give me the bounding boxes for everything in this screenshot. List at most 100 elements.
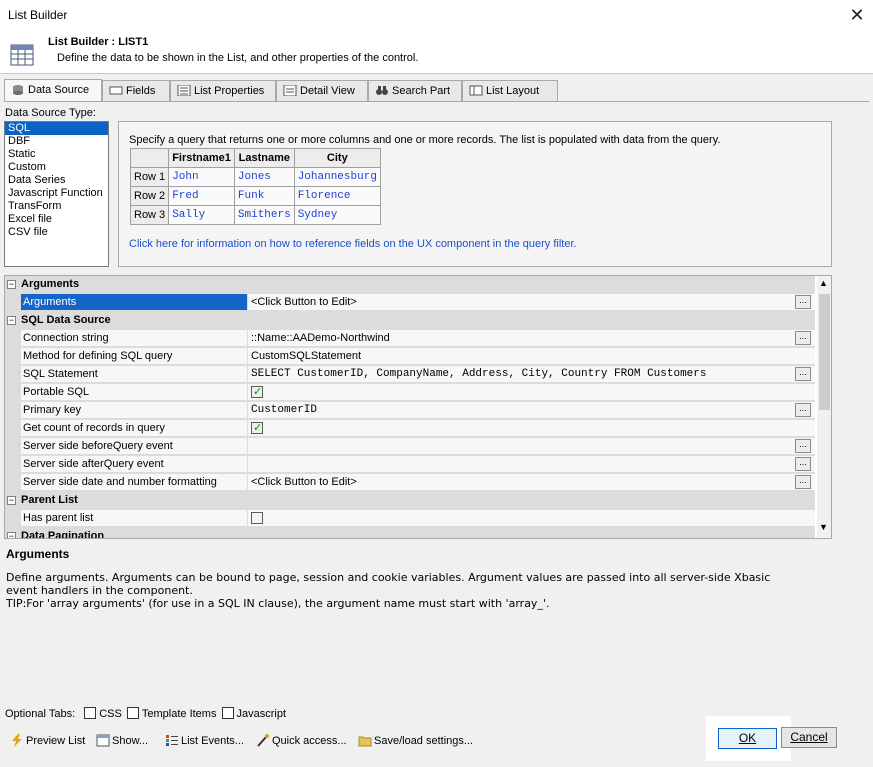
property-row-date-format[interactable]: Server side date and number formatting <… bbox=[5, 474, 815, 492]
property-name[interactable]: SQL Statement bbox=[21, 366, 247, 383]
help-text: Define arguments. Arguments can be bound… bbox=[6, 571, 826, 610]
property-row-arguments[interactable]: Arguments <Click Button to Edit> ... bbox=[5, 294, 815, 312]
list-item[interactable]: Static bbox=[5, 148, 108, 161]
show-button[interactable]: Show... bbox=[96, 734, 148, 747]
edit-button[interactable]: ... bbox=[795, 439, 811, 453]
edit-button[interactable]: ... bbox=[795, 367, 811, 381]
property-name[interactable]: Portable SQL bbox=[21, 384, 247, 401]
action-label: Save/load settings... bbox=[374, 735, 474, 747]
tab-fields[interactable]: Fields bbox=[102, 80, 170, 102]
collapse-icon[interactable]: − bbox=[7, 280, 16, 289]
property-value bbox=[247, 420, 815, 437]
property-grid-scrollbar[interactable]: ▲ ▼ bbox=[817, 276, 831, 538]
property-value[interactable]: SELECT CustomerID, CompanyName, Address,… bbox=[247, 366, 815, 383]
list-events-button[interactable]: List Events... bbox=[165, 734, 244, 747]
action-label: Preview List bbox=[26, 735, 86, 747]
css-checkbox[interactable] bbox=[84, 707, 97, 719]
edit-button[interactable]: ... bbox=[795, 331, 811, 345]
preview-list-button[interactable]: Preview List bbox=[10, 734, 85, 747]
cancel-button[interactable]: Cancel bbox=[781, 727, 837, 748]
table-cell: Funk bbox=[233, 186, 295, 206]
category-sql-data-source[interactable]: − SQL Data Source bbox=[5, 312, 815, 330]
property-value bbox=[247, 510, 815, 527]
property-value[interactable]: ::Name::AADemo-Northwind bbox=[247, 330, 815, 347]
portable-sql-checkbox[interactable] bbox=[251, 385, 263, 398]
quick-access-button[interactable]: Quick access... bbox=[256, 734, 347, 747]
property-row-after-query[interactable]: Server side afterQuery event ... bbox=[5, 456, 815, 474]
property-row-connection-string[interactable]: Connection string ::Name::AADemo-Northwi… bbox=[5, 330, 815, 348]
property-row-primary-key[interactable]: Primary key CustomerID ... bbox=[5, 402, 815, 420]
query-filter-help-link[interactable]: Click here for information on how to ref… bbox=[129, 238, 577, 250]
scroll-thumb[interactable] bbox=[819, 294, 830, 410]
detail-view-icon bbox=[283, 84, 297, 97]
property-value[interactable] bbox=[247, 438, 815, 455]
ok-button[interactable]: OK bbox=[718, 728, 777, 749]
property-name[interactable]: Method for defining SQL query bbox=[21, 348, 247, 365]
table-cell: Sydney bbox=[293, 205, 381, 225]
tab-data-source[interactable]: Data Source bbox=[4, 79, 102, 102]
property-name[interactable]: Arguments bbox=[21, 294, 247, 311]
property-value[interactable] bbox=[247, 456, 815, 473]
property-row-has-parent[interactable]: Has parent list bbox=[5, 510, 815, 528]
edit-button[interactable]: ... bbox=[795, 475, 811, 489]
list-item[interactable]: TransForm bbox=[5, 200, 108, 213]
list-item[interactable]: Data Series bbox=[5, 174, 108, 187]
category-parent-list[interactable]: − Parent List bbox=[5, 492, 815, 510]
tab-list-properties[interactable]: List Properties bbox=[170, 80, 276, 102]
property-name[interactable]: Server side afterQuery event bbox=[21, 456, 247, 473]
close-icon[interactable]: ✕ bbox=[846, 4, 868, 26]
property-row-sql-statement[interactable]: SQL Statement SELECT CustomerID, Company… bbox=[5, 366, 815, 384]
edit-button[interactable]: ... bbox=[795, 403, 811, 417]
property-row-before-query[interactable]: Server side beforeQuery event ... bbox=[5, 438, 815, 456]
property-name[interactable]: Connection string bbox=[21, 330, 247, 347]
collapse-icon[interactable]: − bbox=[7, 532, 16, 538]
property-row-portable-sql[interactable]: Portable SQL bbox=[5, 384, 815, 402]
property-name[interactable]: Primary key bbox=[21, 402, 247, 419]
scroll-up-icon[interactable]: ▲ bbox=[819, 278, 828, 288]
table-header: Firstname1 bbox=[168, 148, 235, 168]
property-name[interactable]: Server side date and number formatting bbox=[21, 474, 247, 491]
table-cell: Jones bbox=[233, 167, 295, 187]
category-data-pagination[interactable]: − Data Pagination bbox=[5, 528, 815, 538]
scroll-down-icon[interactable]: ▼ bbox=[819, 522, 828, 532]
collapse-icon[interactable]: − bbox=[7, 496, 16, 505]
property-value[interactable]: CustomerID bbox=[247, 402, 815, 419]
help-line: Define arguments. Arguments can be bound… bbox=[6, 571, 771, 584]
template-items-checkbox[interactable] bbox=[126, 707, 139, 719]
data-source-type-list[interactable]: SQL DBF Static Custom Data Series Javasc… bbox=[4, 121, 109, 267]
property-value[interactable]: <Click Button to Edit> bbox=[247, 294, 815, 311]
properties-icon bbox=[177, 84, 191, 97]
has-parent-checkbox[interactable] bbox=[251, 512, 263, 524]
optional-tabs: Optional Tabs: CSS Template Items Javasc… bbox=[5, 707, 286, 720]
list-item[interactable]: DBF bbox=[5, 135, 108, 148]
field-icon bbox=[109, 85, 123, 96]
edit-button[interactable]: ... bbox=[795, 295, 811, 309]
list-item[interactable]: CSV file bbox=[5, 226, 108, 239]
property-value[interactable]: <Click Button to Edit> bbox=[247, 474, 815, 491]
list-item[interactable]: Javascript Function bbox=[5, 187, 108, 200]
info-description: Specify a query that returns one or more… bbox=[129, 134, 721, 146]
property-value[interactable]: CustomSQLStatement bbox=[247, 348, 815, 365]
property-name[interactable]: Has parent list bbox=[21, 510, 247, 527]
property-row-sql-method[interactable]: Method for defining SQL query CustomSQLS… bbox=[5, 348, 815, 366]
list-item[interactable]: Excel file bbox=[5, 213, 108, 226]
tab-search-part[interactable]: Search Part bbox=[368, 80, 462, 102]
tab-label: Fields bbox=[126, 85, 156, 97]
property-row-get-count[interactable]: Get count of records in query bbox=[5, 420, 815, 438]
tab-strip: Data Source Fields List Properties Detai… bbox=[4, 79, 869, 102]
tab-list-layout[interactable]: List Layout bbox=[462, 80, 558, 102]
property-name[interactable]: Server side beforeQuery event bbox=[21, 438, 247, 455]
javascript-checkbox[interactable] bbox=[221, 707, 234, 719]
property-name[interactable]: Get count of records in query bbox=[21, 420, 247, 437]
collapse-icon[interactable]: − bbox=[7, 316, 16, 325]
category-arguments[interactable]: − Arguments bbox=[5, 276, 815, 294]
tab-detail-view[interactable]: Detail View bbox=[276, 80, 368, 102]
wand-icon bbox=[256, 734, 270, 747]
get-count-checkbox[interactable] bbox=[251, 421, 263, 434]
cancel-label: Cancel bbox=[790, 730, 828, 744]
edit-button[interactable]: ... bbox=[795, 457, 811, 471]
list-item[interactable]: SQL bbox=[5, 122, 108, 135]
save-load-settings-button[interactable]: Save/load settings... bbox=[358, 734, 473, 747]
list-item[interactable]: Custom bbox=[5, 161, 108, 174]
tab-label: Detail View bbox=[300, 85, 355, 97]
